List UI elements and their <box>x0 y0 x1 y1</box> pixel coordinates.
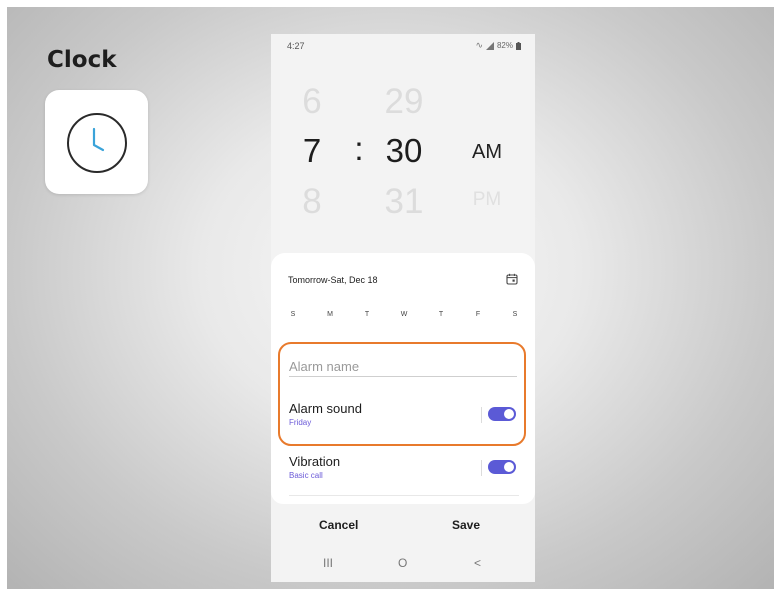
back-button[interactable]: < <box>474 556 481 570</box>
vibration-toggle[interactable] <box>488 460 516 474</box>
vibration-label: Vibration <box>289 454 341 469</box>
wifi-icon: ∿ <box>475 40 483 50</box>
minute-current[interactable]: 30 <box>374 132 434 170</box>
row-separator <box>481 460 482 476</box>
pm-option[interactable]: PM <box>467 189 507 211</box>
phone-screen: 4:27 ∿ 82% 6 29 7 : 30 AM 8 31 PM Tomorr… <box>271 34 535 582</box>
signal-icon <box>485 41 494 50</box>
day-tue[interactable]: T <box>362 311 372 318</box>
hour-current[interactable]: 7 <box>292 132 332 170</box>
clock-icon <box>67 113 127 173</box>
battery-icon <box>516 41 521 50</box>
status-time: 4:27 <box>287 41 305 51</box>
battery-percent: 82% <box>496 41 513 50</box>
am-option[interactable]: AM <box>467 141 507 164</box>
day-sun[interactable]: S <box>288 311 298 318</box>
vibration-value: Basic call <box>289 471 323 480</box>
home-button[interactable]: O <box>398 556 407 570</box>
status-icons: ∿ 82% <box>475 40 521 51</box>
app-title: Clock <box>47 47 117 73</box>
slide-background: Clock 4:27 ∿ 82% 6 29 7 : 30 AM 8 31 PM … <box>7 7 774 589</box>
day-thu[interactable]: T <box>436 311 446 318</box>
minute-next[interactable]: 31 <box>374 182 434 222</box>
day-mon[interactable]: M <box>325 311 335 318</box>
day-sat[interactable]: S <box>510 311 520 318</box>
cancel-button[interactable]: Cancel <box>319 518 358 532</box>
toggle-knob <box>504 462 514 472</box>
clock-app-tile <box>45 90 148 194</box>
vibration-row[interactable]: Vibration Basic call <box>289 454 519 488</box>
time-separator: : <box>354 130 364 167</box>
highlight-outline <box>278 342 526 446</box>
save-button[interactable]: Save <box>452 518 480 532</box>
minute-prev[interactable]: 29 <box>374 82 434 122</box>
day-wed[interactable]: W <box>399 311 409 318</box>
navigation-bar: III O < <box>271 548 535 582</box>
recents-button[interactable]: III <box>323 556 333 570</box>
divider <box>289 495 519 496</box>
date-label: Tomorrow-Sat, Dec 18 <box>288 275 378 285</box>
status-bar: 4:27 ∿ 82% <box>271 34 535 58</box>
hour-next[interactable]: 8 <box>292 182 332 222</box>
hour-prev[interactable]: 6 <box>292 82 332 122</box>
calendar-icon[interactable] <box>506 273 518 285</box>
day-selector: S M T W T F S <box>288 311 520 318</box>
day-fri[interactable]: F <box>473 311 483 318</box>
